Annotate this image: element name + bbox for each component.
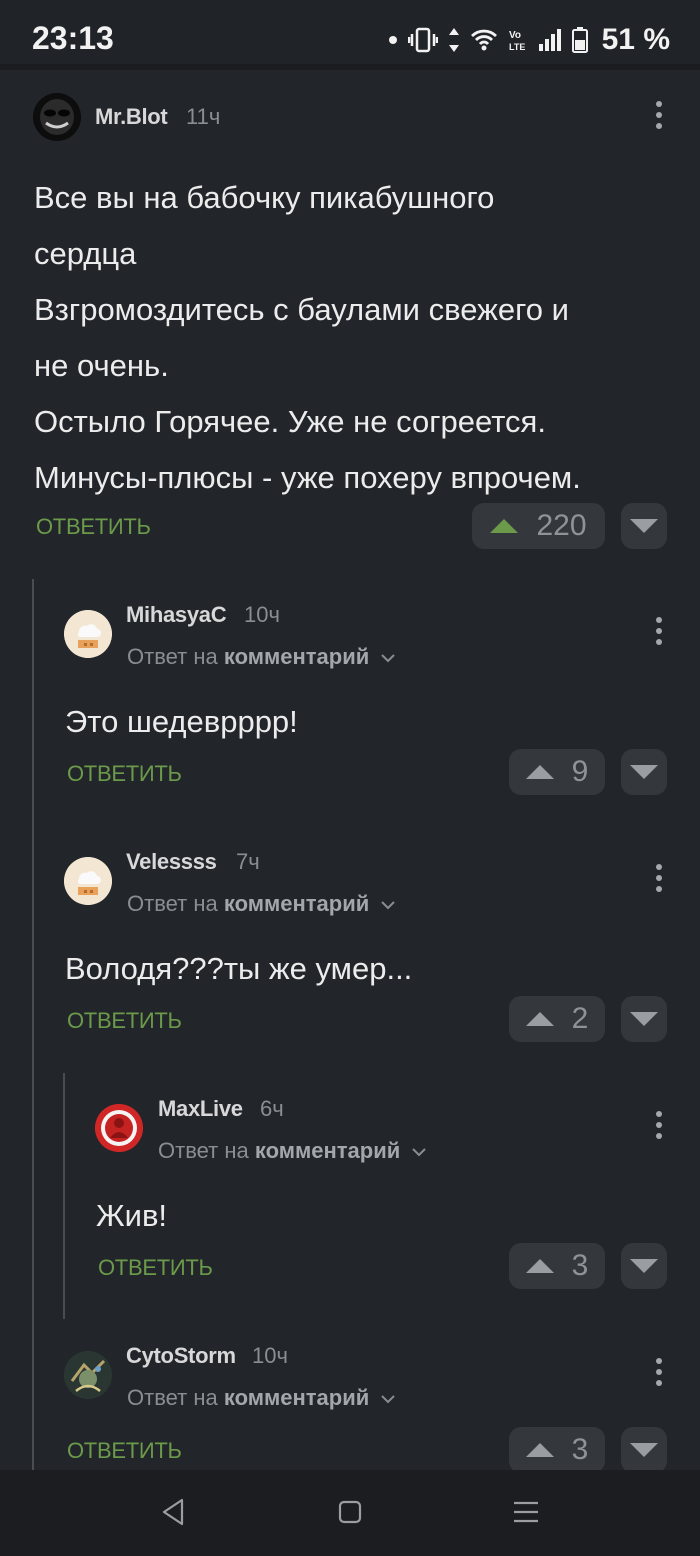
home-icon[interactable] [338,1500,362,1524]
recents-icon[interactable] [512,1500,540,1524]
more-options-icon[interactable] [649,862,669,894]
comment-line: сердца [34,236,137,271]
comment-text: Володя???ты же умер... [65,951,413,986]
more-options-icon[interactable] [649,615,669,647]
author-name[interactable]: CytoStorm [126,1343,236,1369]
status-icons: Vo LTE 51 % [388,22,670,58]
vibrate-icon [407,27,438,53]
upvote-arrow-icon [525,1259,554,1273]
reply-to-link[interactable]: Ответ на комментарий [127,1385,396,1411]
upvote-arrow-icon [525,1443,554,1457]
status-time: 23:13 [32,20,114,56]
dot-icon [388,36,397,44]
battery-icon [571,27,588,53]
avatar[interactable] [64,1351,112,1399]
vote-count: 3 [571,1433,589,1466]
upvote-button[interactable]: 9 [509,749,605,795]
vote-count: 3 [571,1249,589,1282]
comment-text: Все вы на бабочку пикабушного сердца Взг… [34,170,581,506]
author-name[interactable]: MihasyaC [126,602,227,628]
author-name[interactable]: Mr.Blot [95,104,168,130]
chevron-down-icon [381,653,396,663]
more-options-icon[interactable] [649,1109,669,1141]
reply-button[interactable]: ОТВЕТИТЬ [67,1008,182,1034]
upvote-button[interactable]: 220 [472,503,605,549]
downvote-button[interactable] [621,749,667,795]
downvote-arrow-icon [630,1012,658,1026]
comment-line: не очень. [34,348,169,383]
reply-to-target[interactable]: комментарий [224,1385,369,1410]
volte-icon: VoLTE [509,30,525,52]
svg-text:Vo: Vo [509,30,521,41]
downvote-button[interactable] [621,1243,667,1289]
comment-text: Это шедеврррр! [65,704,298,739]
back-icon[interactable] [161,1498,185,1526]
top-divider [0,64,700,70]
reply-button[interactable]: ОТВЕТИТЬ [67,1438,182,1464]
data-arrows-icon [448,28,459,52]
upvote-arrow-icon [525,1012,554,1026]
comment-time: 10ч [244,602,280,627]
reply-to-target[interactable]: комментарий [224,891,369,916]
more-options-icon[interactable] [649,99,669,131]
avatar[interactable] [64,857,112,905]
vote-count: 220 [536,509,587,542]
downvote-button[interactable] [621,1427,667,1473]
downvote-arrow-icon [630,1259,658,1273]
comment-time: 10ч [252,1343,288,1368]
avatar[interactable] [33,93,81,141]
avatar[interactable] [95,1104,143,1152]
author-name[interactable]: Velessss [126,849,217,875]
comment-time: 7ч [236,849,260,874]
reply-to-link[interactable]: Ответ на комментарий [158,1138,427,1164]
comment-time: 6ч [260,1096,284,1121]
chevron-down-icon [412,1147,427,1157]
upvote-arrow-icon [490,519,519,533]
avatar[interactable] [64,610,112,658]
thread-line [32,579,34,1470]
author-name[interactable]: MaxLive [158,1096,243,1122]
chevron-down-icon [381,900,396,910]
battery-percent: 51 % [601,23,670,56]
vote-count: 2 [571,1002,589,1035]
reply-to-prefix: Ответ на [127,891,218,916]
more-options-icon[interactable] [649,1356,669,1388]
chevron-down-icon [381,1394,396,1404]
navigation-bar [0,1470,700,1556]
comment-line: Остыло Горячее. Уже не согреется. [34,404,546,439]
reply-to-prefix: Ответ на [127,1385,218,1410]
downvote-arrow-icon [630,1443,658,1457]
vote-count: 9 [571,755,589,788]
upvote-button[interactable]: 3 [509,1427,605,1473]
comment-line: Все вы на бабочку пикабушного [34,180,495,215]
reply-to-link[interactable]: Ответ на комментарий [127,644,396,670]
upvote-arrow-icon [525,765,554,779]
upvote-button[interactable]: 2 [509,996,605,1042]
downvote-arrow-icon [630,765,658,779]
thread-line [63,1073,65,1319]
downvote-button[interactable] [621,996,667,1042]
reply-button[interactable]: ОТВЕТИТЬ [36,514,151,540]
comment-text: Жив! [96,1198,168,1233]
signal-icon [538,29,561,51]
comment-line: Минусы-плюсы - уже похеру впрочем. [34,460,581,495]
reply-to-target[interactable]: комментарий [255,1138,400,1163]
reply-to-target[interactable]: комментарий [224,644,369,669]
reply-to-link[interactable]: Ответ на комментарий [127,891,396,917]
svg-text:LTE: LTE [509,42,525,52]
upvote-button[interactable]: 3 [509,1243,605,1289]
comment-line: Взгромоздитесь с баулами свежего и [34,292,569,327]
downvote-button[interactable] [621,503,667,549]
downvote-arrow-icon [630,519,658,533]
comment-time: 11ч [186,104,221,129]
reply-button[interactable]: ОТВЕТИТЬ [98,1255,213,1281]
reply-to-prefix: Ответ на [158,1138,249,1163]
reply-button[interactable]: ОТВЕТИТЬ [67,761,182,787]
wifi-icon [470,29,497,51]
reply-to-prefix: Ответ на [127,644,218,669]
status-bar: 23:13 Vo LTE 51 % [0,0,700,64]
